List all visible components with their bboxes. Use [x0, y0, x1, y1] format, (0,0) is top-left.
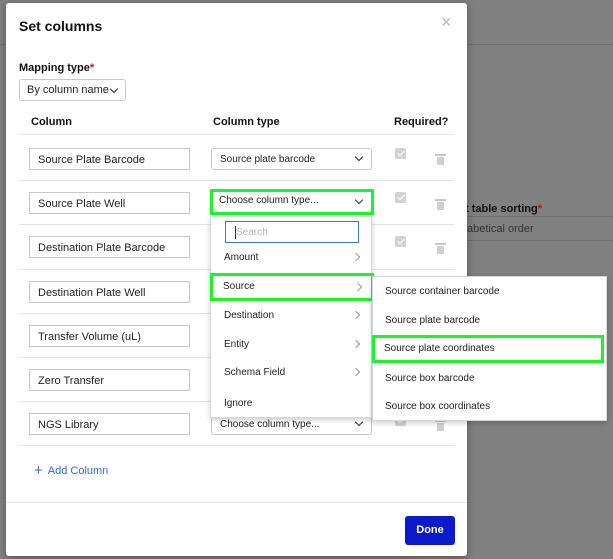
chevron-right-icon [351, 252, 361, 262]
column-name-input[interactable]: Destination Plate Well [29, 281, 190, 303]
source-submenu: Source container barcode Source plate ba… [372, 276, 607, 421]
bg-sort-label: t table sorting* [465, 203, 543, 215]
trash-icon[interactable] [435, 243, 446, 254]
column-header: Column [31, 116, 72, 128]
bg-divider [467, 240, 613, 241]
submenu-item[interactable]: Source box coordinates [373, 393, 606, 421]
chevron-right-icon [353, 282, 363, 292]
chevron-down-icon [354, 152, 364, 162]
mapping-type-select[interactable]: By column name [19, 79, 126, 101]
done-button[interactable]: Done [405, 516, 455, 545]
dropdown-item-amount[interactable]: Amount [211, 244, 371, 272]
column-type-value: Choose column type... [220, 419, 320, 430]
trash-icon[interactable] [435, 199, 446, 210]
required-checkbox[interactable] [395, 148, 406, 159]
dropdown-item-entity[interactable]: Entity [211, 331, 371, 359]
dropdown-item-destination[interactable]: Destination [211, 302, 371, 330]
chevron-down-icon [354, 195, 364, 205]
submenu-item-highlighted[interactable]: Source plate coordinates [372, 335, 604, 363]
dropdown-item-source[interactable]: Source [210, 273, 374, 301]
footer-divider [6, 502, 467, 503]
row-divider [19, 180, 454, 181]
column-type-value: Choose column type... [219, 195, 319, 206]
column-name-input[interactable]: Source Plate Barcode [29, 148, 190, 170]
mapping-type-value: By column name [27, 84, 109, 96]
trash-icon[interactable] [435, 420, 446, 431]
chevron-down-icon [109, 84, 119, 94]
column-name-input[interactable]: Transfer Volume (uL) [29, 325, 190, 347]
column-type-header: Column type [213, 116, 280, 128]
required-checkbox[interactable] [395, 192, 406, 203]
add-column-button[interactable]: + Add Column [34, 462, 108, 479]
modal-title: Set columns [19, 18, 103, 34]
plus-icon: + [34, 462, 43, 479]
submenu-item[interactable]: Source container barcode [373, 278, 606, 306]
chevron-right-icon [351, 310, 361, 320]
required-header: Required? [394, 116, 449, 128]
dropdown-search-input[interactable]: Search [225, 221, 359, 243]
chevron-down-icon [354, 417, 364, 427]
column-type-select[interactable]: Source plate barcode [211, 148, 372, 170]
mapping-type-label: Mapping type* [19, 62, 95, 74]
trash-icon[interactable] [435, 154, 446, 165]
bg-divider [467, 216, 613, 217]
dropdown-item-schema-field[interactable]: Schema Field [211, 359, 371, 387]
column-name-input[interactable]: Zero Transfer [29, 369, 190, 391]
bg-sort-value: abetical order [467, 223, 534, 235]
column-type-value: Source plate barcode [220, 154, 316, 165]
column-name-input[interactable]: Source Plate Well [29, 192, 190, 214]
submenu-item[interactable]: Source plate barcode [373, 307, 606, 335]
chevron-right-icon [351, 339, 361, 349]
header-divider [19, 134, 454, 135]
text-caret [235, 226, 236, 239]
close-icon[interactable]: × [441, 13, 455, 31]
column-name-input[interactable]: Destination Plate Barcode [29, 236, 190, 258]
row-divider [19, 445, 454, 446]
chevron-right-icon [351, 367, 361, 377]
submenu-item[interactable]: Source box barcode [373, 365, 606, 393]
column-type-select-active[interactable]: Choose column type... [210, 189, 374, 215]
dropdown-item-ignore[interactable]: Ignore [211, 390, 371, 418]
column-name-input[interactable]: NGS Library [29, 413, 190, 435]
column-type-dropdown: Search Amount Source Destination Entity … [210, 216, 374, 418]
required-checkbox[interactable] [395, 236, 406, 247]
